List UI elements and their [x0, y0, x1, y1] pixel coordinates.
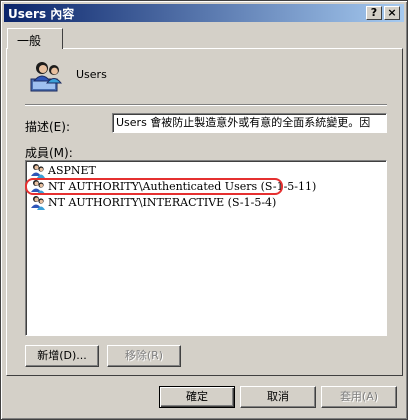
- tab-general-label: 一般: [17, 34, 42, 48]
- group-users-icon: [31, 164, 45, 178]
- apply-button[interactable]: 套用(A): [321, 386, 397, 408]
- close-button[interactable]: ×: [384, 6, 400, 20]
- help-icon: ?: [370, 6, 378, 19]
- help-button[interactable]: ?: [366, 6, 382, 20]
- member-name: NT AUTHORITY\INTERACTIVE (S-1-5-4): [48, 196, 277, 209]
- tab-general[interactable]: 一般: [7, 28, 63, 49]
- members-list[interactable]: ASPNET NT AUTHORITY\Authenticated Users …: [25, 160, 387, 336]
- close-icon: ×: [387, 6, 397, 19]
- cancel-button[interactable]: 取消: [240, 386, 316, 408]
- member-name: ASPNET: [48, 164, 96, 177]
- member-name: NT AUTHORITY\Authenticated Users (S-1-5-…: [48, 180, 317, 193]
- description-field[interactable]: Users 會被防止製造意外或有意的全面系統變更。因: [112, 113, 387, 133]
- description-label: 描述(E):: [25, 120, 70, 134]
- title-bar[interactable]: Users 內容 ? ×: [4, 4, 404, 22]
- group-name: Users: [76, 68, 107, 81]
- window-title: Users 內容: [8, 7, 75, 21]
- remove-button[interactable]: 移除(R): [107, 345, 181, 367]
- ok-button[interactable]: 確定: [159, 386, 235, 408]
- properties-dialog: Users 內容 ? × 一般 Users 描述(E): Users 會被防止製…: [0, 0, 408, 420]
- group-users-icon: [30, 62, 63, 92]
- separator: [25, 104, 387, 106]
- group-users-icon: [31, 196, 45, 210]
- add-button[interactable]: 新增(D)...: [25, 345, 99, 367]
- members-label: 成員(M):: [25, 146, 73, 160]
- group-users-icon: [31, 180, 45, 194]
